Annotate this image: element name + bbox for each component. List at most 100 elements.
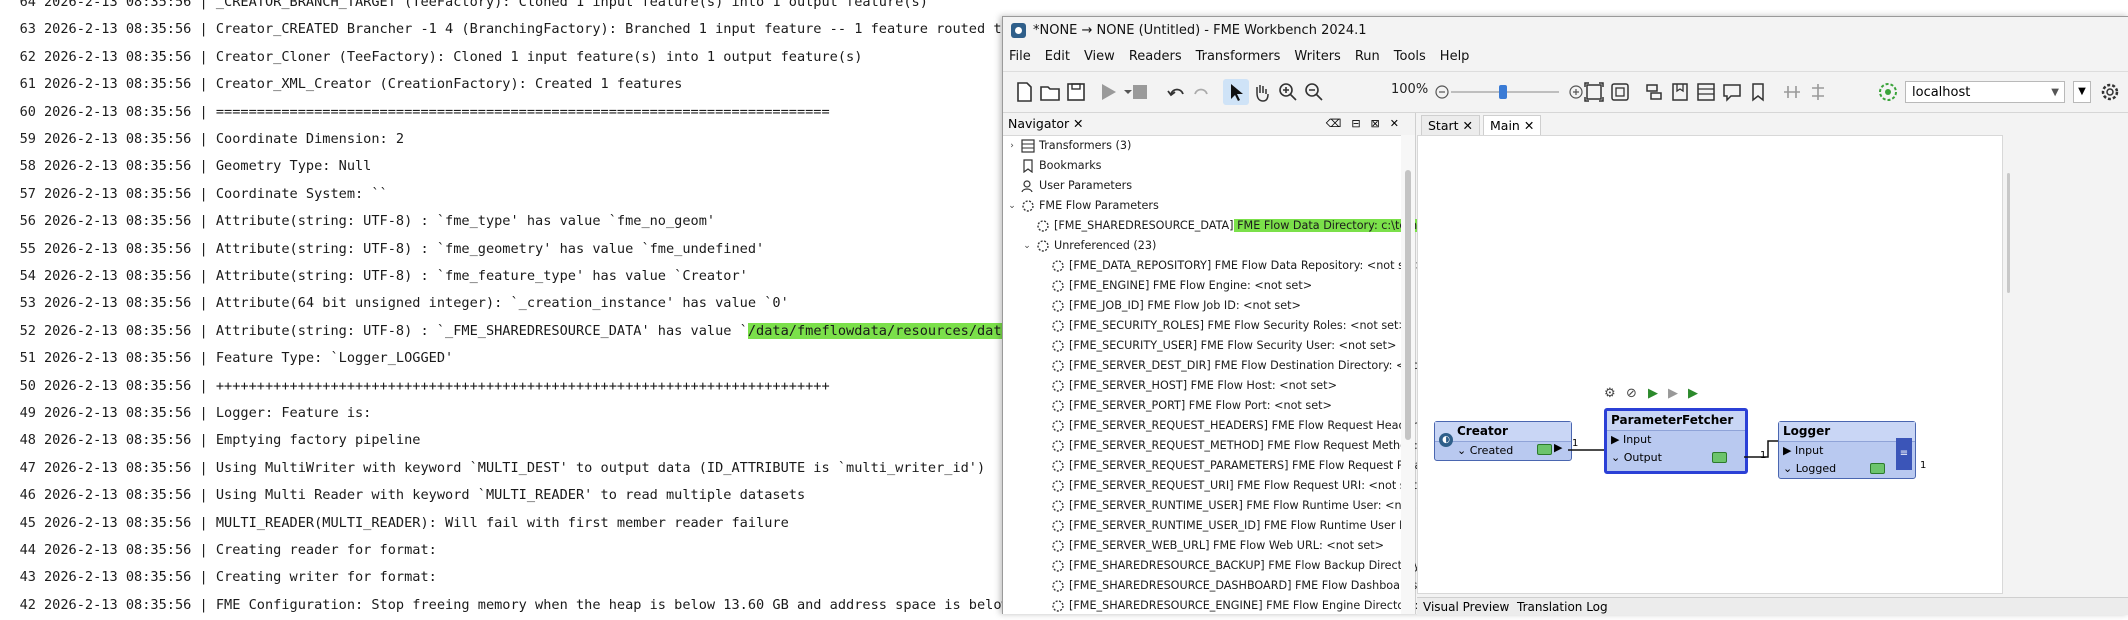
log-row: 43 2026-2-13 08:35:56 | Creating writer f…	[0, 567, 437, 587]
menu-edit[interactable]: Edit	[1038, 45, 1077, 69]
zoom-slider[interactable]	[1449, 83, 1561, 101]
settings-gear-icon[interactable]	[2097, 79, 2123, 105]
disable-icon[interactable]: ⊘	[1626, 386, 1637, 401]
bookmark-icon[interactable]	[1745, 79, 1771, 105]
chevron-right-icon[interactable]: ›	[1007, 136, 1017, 156]
host-menu-button[interactable]: ▼	[2073, 81, 2091, 103]
log-highlight: /data/fmeflowdata/resources/data	[747, 322, 1005, 339]
parameter-icon	[1051, 519, 1065, 533]
annotation-icon[interactable]	[1719, 79, 1745, 105]
canvas-area: Start ✕ Main ✕ ⚙ ⊘ ▶ ▶ ▶ Creator ⌄ Creat…	[1417, 113, 2128, 616]
menu-transformers[interactable]: Transformers	[1189, 45, 1288, 69]
log-line-number: 44	[19, 542, 36, 558]
navigator-item-label: [FME_SERVER_HOST] FME Flow Host: <not se…	[1069, 379, 1337, 392]
zoom-selection-icon[interactable]	[1607, 79, 1633, 105]
zoom-fit-icon[interactable]	[1581, 79, 1607, 105]
connect-icon[interactable]	[1641, 79, 1667, 105]
align-horizontal-icon[interactable]	[1779, 79, 1805, 105]
run-dropdown-icon[interactable]	[1115, 79, 1132, 105]
panel-controls[interactable]: ⌫⊟⊠✕	[1326, 113, 1409, 135]
tab-main[interactable]: Main ✕	[1483, 115, 1542, 136]
menu-view[interactable]: View	[1077, 45, 1122, 69]
feature-count: 1	[1572, 438, 1579, 449]
bookmark-add-icon[interactable]	[1667, 79, 1693, 105]
log-text: 2026-2-13 08:35:56 | Attribute(string: U…	[44, 268, 748, 284]
align-vertical-icon[interactable]	[1805, 79, 1831, 105]
chevron-down-icon: ⌄	[1783, 462, 1793, 475]
new-file-icon[interactable]	[1011, 79, 1037, 105]
chevron-down-icon[interactable]: ⌄	[1007, 196, 1017, 216]
select-pointer-icon[interactable]	[1223, 79, 1249, 105]
scroll-thumb[interactable]	[1405, 170, 1411, 440]
title-bar: *NONE → NONE (Untitled) - FME Workbench …	[1003, 17, 2128, 45]
log-text: 2026-2-13 08:35:56 | Creator_Cloner (Tee…	[44, 48, 863, 65]
zoom-plus-icon[interactable]	[1563, 79, 1583, 105]
parameters-gear-icon[interactable]: ⚙	[1604, 386, 1616, 401]
close-icon[interactable]: ✕	[1463, 118, 1473, 133]
host-select[interactable]: localhost ▼	[1905, 81, 2065, 103]
port-label: Output	[1623, 451, 1662, 464]
run-from-this-icon[interactable]: ▶	[1668, 386, 1678, 401]
log-row: 54 2026-2-13 08:35:56 | Attribute(string:…	[0, 266, 748, 286]
log-row: 64 2026-2-13 08:35:56 | _CREATOR_BRANCH_T…	[0, 0, 928, 12]
menu-file[interactable]: File	[1003, 45, 1038, 69]
menu-readers[interactable]: Readers	[1122, 45, 1189, 69]
parameter-icon	[1051, 299, 1065, 313]
host-select-value: localhost	[1912, 85, 1971, 100]
inspect-output-icon[interactable]	[1537, 444, 1552, 455]
run-only-this-icon[interactable]: ▶	[1688, 386, 1698, 401]
log-row: 46 2026-2-13 08:35:56 | Using Multi Reade…	[0, 485, 806, 505]
log-row: 55 2026-2-13 08:35:56 | Attribute(string:…	[0, 239, 765, 259]
logger-port-input[interactable]: ▶ Input	[1779, 442, 1915, 460]
parameter-icon	[1051, 259, 1065, 273]
undo-icon[interactable]	[1163, 79, 1189, 105]
tab-translation-log[interactable]: Translation Log	[1517, 599, 1608, 616]
inspect-output-icon[interactable]	[1712, 452, 1727, 463]
log-text: 2026-2-13 08:35:56 | Coordinate Dimensio…	[44, 131, 405, 147]
close-icon[interactable]: ✕	[1073, 113, 1083, 135]
workspace-canvas[interactable]: ⚙ ⊘ ▶ ▶ ▶ Creator ⌄ Created ◐ ▶ 1 Parame…	[1417, 135, 2003, 594]
save-icon[interactable]	[1063, 79, 1089, 105]
navigator-scrollbar[interactable]	[1401, 135, 1415, 614]
parameterfetcher-port-input[interactable]: ▶ Input	[1607, 431, 1745, 449]
stop-icon[interactable]	[1127, 79, 1153, 105]
logger-port-logged[interactable]: ⌄ Logged	[1779, 460, 1915, 478]
open-folder-icon[interactable]	[1037, 79, 1063, 105]
menu-run[interactable]: Run	[1348, 45, 1387, 69]
run-to-this-icon[interactable]: ▶	[1648, 386, 1658, 401]
creator-transformer[interactable]: Creator ⌄ Created	[1434, 421, 1572, 461]
transformers-icon	[1021, 139, 1035, 153]
parameterfetcher-transformer[interactable]: ParameterFetcher ▶ Input ⌄ Output	[1604, 408, 1748, 474]
zoom-level: 100%	[1391, 82, 1429, 97]
log-row: 53 2026-2-13 08:35:56 | Attribute(64 bit …	[0, 293, 789, 313]
inspect-output-icon[interactable]	[1870, 463, 1885, 474]
parameter-icon	[1051, 319, 1065, 333]
logger-title: Logger	[1779, 422, 1915, 442]
log-row: 63 2026-2-13 08:35:56 | Creator_CREATED B…	[0, 19, 1005, 39]
menu-help[interactable]: Help	[1433, 45, 1477, 69]
chevron-down-icon[interactable]: ⌄	[1022, 236, 1032, 256]
log-line-number: 55	[19, 240, 36, 257]
log-line-number: 61	[19, 76, 36, 93]
vertical-scrollbar[interactable]	[2007, 173, 2010, 293]
redo-icon[interactable]	[1189, 79, 1215, 105]
log-row: 48 2026-2-13 08:35:56 | Emptying factory …	[0, 430, 421, 450]
close-icon[interactable]: ✕	[1524, 118, 1534, 133]
table-view-icon[interactable]	[1693, 79, 1719, 105]
parameter-icon	[1051, 599, 1065, 613]
zoom-out-icon[interactable]	[1301, 79, 1327, 105]
log-text: 2026-2-13 08:35:56 | Creator_CREATED Bra…	[44, 21, 1005, 38]
menu-writers[interactable]: Writers	[1287, 45, 1347, 69]
fme-app-icon	[1011, 23, 1026, 38]
pan-hand-icon[interactable]	[1249, 79, 1275, 105]
zoom-in-icon[interactable]	[1275, 79, 1301, 105]
log-panel: 64 2026-2-13 08:35:56 | _CREATOR_BRANCH_T…	[0, 0, 1005, 613]
tab-start[interactable]: Start ✕	[1421, 115, 1481, 136]
chevron-down-icon: ⌄	[1611, 451, 1621, 464]
menu-tools[interactable]: Tools	[1387, 45, 1433, 69]
tab-visual-preview[interactable]: Visual Preview	[1423, 599, 1509, 616]
log-row: 59 2026-2-13 08:35:56 | Coordinate Dimens…	[0, 129, 404, 149]
flow-connection-icon[interactable]	[1875, 79, 1901, 105]
zoom-minus-icon[interactable]	[1429, 79, 1449, 105]
port-label: Created	[1469, 444, 1514, 457]
